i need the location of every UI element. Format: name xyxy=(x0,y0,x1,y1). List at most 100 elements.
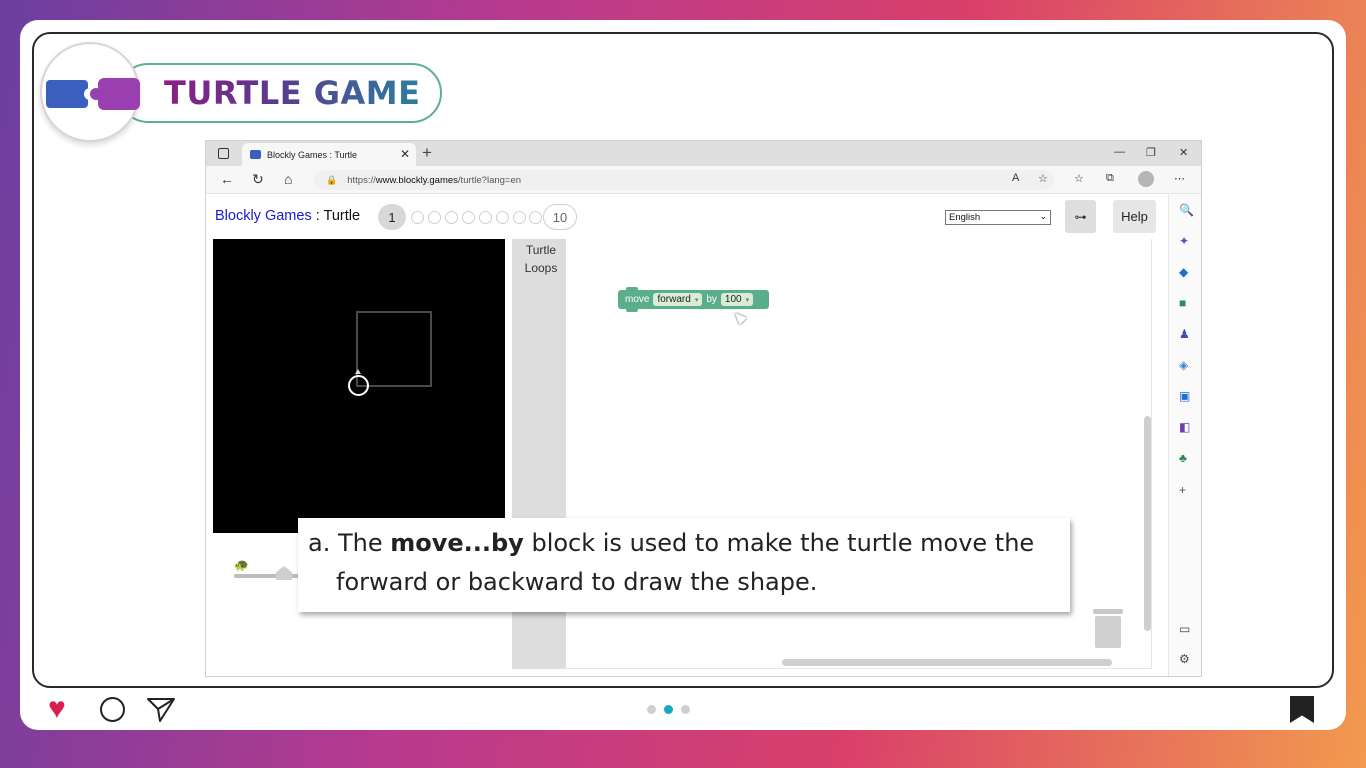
level-dot[interactable] xyxy=(529,211,542,224)
level-dot[interactable] xyxy=(513,211,526,224)
add-icon[interactable]: + xyxy=(1179,483,1186,497)
shopping-icon[interactable]: ◆ xyxy=(1179,265,1188,279)
language-select[interactable]: English ⌄ xyxy=(945,210,1051,225)
page-title: TURTLE GAME xyxy=(164,74,421,112)
breadcrumb: Blockly Games : Turtle xyxy=(215,208,360,224)
pagination-dots xyxy=(647,705,690,714)
level-dot[interactable] xyxy=(462,211,475,224)
tree-icon[interactable]: ♣ xyxy=(1179,451,1187,465)
level-current[interactable]: 1 xyxy=(378,204,406,230)
speed-slider-thumb[interactable] xyxy=(276,566,292,580)
search-icon[interactable]: 🔍 xyxy=(1179,203,1194,217)
refresh-icon[interactable]: ↻ xyxy=(252,171,264,188)
screen-icon[interactable]: ▭ xyxy=(1179,622,1190,636)
blockly-games-link[interactable]: Blockly Games xyxy=(215,208,312,224)
separator: : xyxy=(311,208,324,224)
tab-actions-icon[interactable] xyxy=(218,148,229,159)
settings-icon[interactable]: ⚙ xyxy=(1179,652,1190,666)
restore-icon[interactable]: ❐ xyxy=(1146,146,1156,159)
address-bar: ← ↻ ⌂ 🔒 https://www.blockly.games/turtle… xyxy=(206,166,1201,194)
level-dot[interactable] xyxy=(411,211,424,224)
trash-lid xyxy=(1093,609,1123,614)
copilot-icon[interactable]: ✦ xyxy=(1179,234,1189,248)
url-field[interactable]: 🔒 https://www.blockly.games/turtle?lang=… xyxy=(314,170,1054,190)
lock-icon: 🔒 xyxy=(326,174,338,185)
profile-avatar[interactable] xyxy=(1138,171,1154,187)
link-icon: ⊶ xyxy=(1074,209,1087,224)
back-icon[interactable]: ← xyxy=(220,171,234,187)
read-aloud-icon[interactable]: A xyxy=(1012,172,1019,184)
favorites-icon[interactable]: ☆ xyxy=(1074,172,1084,185)
page-dot-active[interactable] xyxy=(664,705,673,714)
favorite-add-icon[interactable]: ☆ xyxy=(1038,172,1048,185)
send-icon[interactable] xyxy=(146,697,176,723)
caption-prefix: a. The xyxy=(308,529,391,557)
turtle-icon xyxy=(348,375,369,396)
speed-slider[interactable] xyxy=(234,574,304,578)
url-path: /turtle?lang=en xyxy=(457,174,522,186)
direction-value: forward xyxy=(657,294,691,305)
tab-title: Blockly Games : Turtle xyxy=(267,149,358,160)
turtle-canvas xyxy=(213,239,505,533)
caption-box: a. The move...by block is used to make t… xyxy=(298,518,1070,612)
edge-sidebar: 🔍 ✦ ◆ ■ ♟ ◈ ▣ ◧ ♣ + ▭ ⚙ xyxy=(1168,194,1201,676)
caption-rest: block is used to make the turtle move th… xyxy=(523,529,1035,557)
level-dot[interactable] xyxy=(428,211,441,224)
toolbox-category-turtle[interactable]: Turtle xyxy=(512,243,570,257)
home-icon[interactable]: ⌂ xyxy=(284,171,292,187)
turtle-heading-icon xyxy=(355,369,361,374)
close-window-icon[interactable]: ✕ xyxy=(1179,146,1188,159)
minimize-icon[interactable]: — xyxy=(1114,146,1125,158)
level-dot[interactable] xyxy=(445,211,458,224)
url-prefix: https:// xyxy=(347,174,376,186)
level-dot[interactable] xyxy=(479,211,492,224)
title-banner: TURTLE GAME xyxy=(118,63,442,123)
trash-body xyxy=(1095,616,1121,648)
mouse-cursor-icon xyxy=(731,309,747,325)
turtle-speed-icon: 🐢 xyxy=(234,558,249,572)
dropdown-arrow-icon: ▾ xyxy=(745,297,750,304)
block-text-by: by xyxy=(706,294,717,305)
trash-icon[interactable] xyxy=(1093,609,1123,648)
page-dot[interactable] xyxy=(681,705,690,714)
vertical-scrollbar[interactable] xyxy=(1144,416,1151,631)
page-dot[interactable] xyxy=(647,705,656,714)
caption-line-2: forward or backward to draw the shape. xyxy=(336,568,818,596)
browser-tab[interactable]: Blockly Games : Turtle ✕ xyxy=(242,143,416,166)
games-icon[interactable]: ♟ xyxy=(1179,327,1190,341)
heart-icon[interactable]: ♥ xyxy=(48,694,66,724)
block-text-move: move xyxy=(625,294,650,305)
more-icon[interactable]: ⋯ xyxy=(1174,172,1185,185)
caption-bold: move...by xyxy=(390,529,524,557)
outlook-icon[interactable]: ▣ xyxy=(1179,389,1190,403)
link-button[interactable]: ⊶ xyxy=(1065,200,1096,233)
toolbox-category-loops[interactable]: Loops xyxy=(512,261,570,275)
level-last[interactable]: 10 xyxy=(543,204,577,230)
tab-bar: Blockly Games : Turtle ✕ + — ❐ ✕ xyxy=(206,141,1201,166)
office-icon[interactable]: ◈ xyxy=(1179,358,1188,372)
level-dot[interactable] xyxy=(496,211,509,224)
favicon-icon xyxy=(250,150,261,159)
logo xyxy=(40,42,140,142)
caption-line-1: a. The move...by block is used to make t… xyxy=(308,524,1060,563)
dropdown-arrow-icon: ▾ xyxy=(694,297,699,304)
drop-icon[interactable]: ◧ xyxy=(1179,420,1190,434)
direction-dropdown[interactable]: forward ▾ xyxy=(653,293,703,306)
help-button[interactable]: Help xyxy=(1113,200,1156,233)
comment-icon[interactable] xyxy=(100,697,125,722)
chevron-down-icon: ⌄ xyxy=(1039,211,1047,221)
game-name: Turtle xyxy=(323,208,361,224)
language-value: English xyxy=(949,212,981,223)
logo-blue-block xyxy=(46,80,96,108)
logo-purple-block xyxy=(90,78,140,110)
move-block[interactable]: move forward ▾ by 100 ▾ xyxy=(618,287,769,312)
amount-value: 100 xyxy=(724,294,742,305)
collections-icon[interactable]: ⧉ xyxy=(1106,172,1114,185)
drawn-square xyxy=(356,311,432,387)
amount-dropdown[interactable]: 100 ▾ xyxy=(720,293,754,306)
new-tab-button[interactable]: + xyxy=(422,143,432,163)
close-tab-icon[interactable]: ✕ xyxy=(400,147,410,161)
horizontal-scrollbar[interactable] xyxy=(782,659,1112,666)
tools-icon[interactable]: ■ xyxy=(1179,296,1186,310)
url-host: www.blockly.games xyxy=(375,174,458,186)
